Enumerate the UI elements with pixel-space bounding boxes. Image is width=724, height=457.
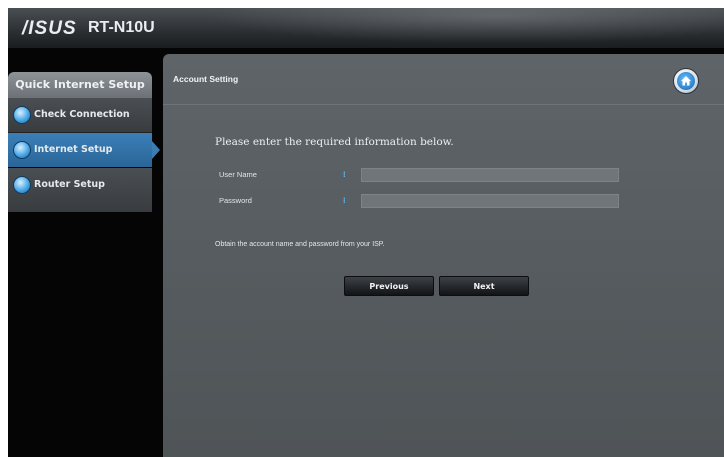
panel-header: Account Setting [163,54,724,105]
isp-hint: Obtain the account name and password fro… [215,241,385,248]
sidebar-item-router-setup[interactable]: Router Setup [8,168,152,212]
header-bar: /ISUS RT-N10U [8,8,724,48]
sidebar-item-check-connection[interactable]: Check Connection [8,98,152,133]
sidebar: Quick Internet Setup Check Connection In… [8,72,160,212]
panel-title: Account Setting [173,74,239,84]
model-name: RT-N10U [88,19,155,36]
home-button[interactable] [673,68,699,94]
router-setup-window: /ISUS RT-N10U Quick Internet Setup Check… [8,8,724,457]
sidebar-item-label: Router Setup [34,179,105,190]
step-1-icon [13,106,31,124]
sidebar-item-label: Check Connection [34,109,130,120]
step-3-icon [13,176,31,194]
account-setting-panel: Account Setting Please enter the require… [163,54,724,457]
intro-text: Please enter the required information be… [215,136,454,148]
password-label: Password [219,196,252,205]
home-glyph-icon [681,76,691,86]
previous-button[interactable]: Previous [344,276,434,296]
sidebar-item-internet-setup[interactable]: Internet Setup [8,133,160,167]
sidebar-title: Quick Internet Setup [8,72,152,98]
password-input[interactable] [361,194,619,208]
asus-logo: /ISUS [22,18,77,39]
sidebar-item-label: Internet Setup [34,144,113,155]
user-name-input[interactable] [361,168,619,182]
user-name-label: User Name [219,170,257,179]
step-2-icon [13,141,31,159]
required-marker: ⁝ [343,196,346,205]
next-button[interactable]: Next [439,276,529,296]
required-marker: ⁝ [343,170,346,179]
